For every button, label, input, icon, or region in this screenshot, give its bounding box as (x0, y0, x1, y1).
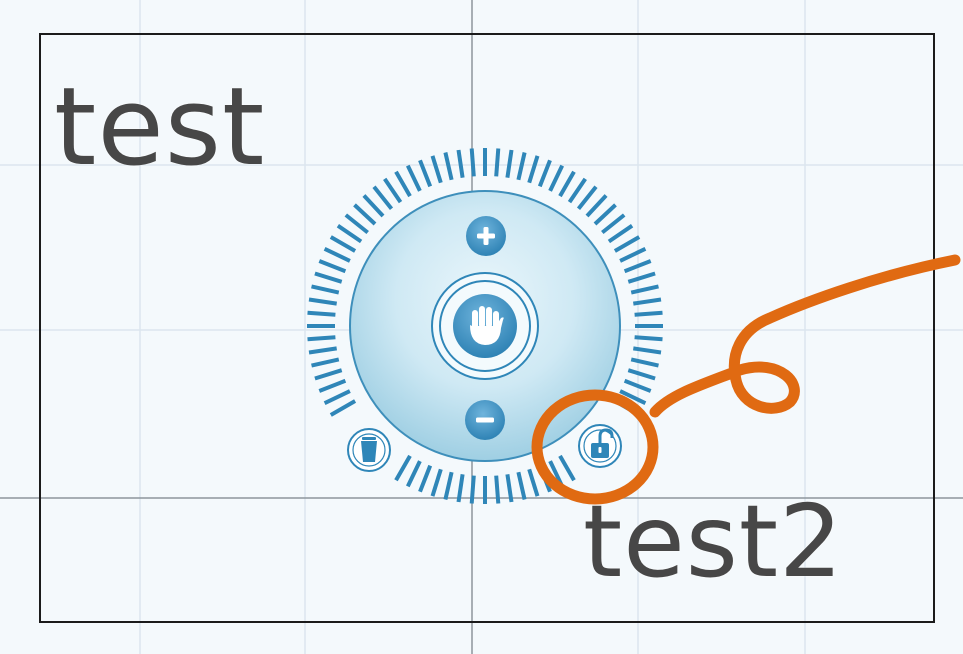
dial-tick (634, 335, 663, 342)
dial-tick (307, 310, 336, 317)
canvas-text-test[interactable]: test (54, 74, 265, 182)
pan-button[interactable] (431, 272, 539, 380)
dial-tick (469, 148, 476, 177)
lock-button[interactable] (578, 424, 622, 468)
canvas-text-test2[interactable]: test2 (583, 492, 844, 592)
dial-tick (307, 335, 336, 342)
canvas-viewport[interactable]: test test2 (0, 0, 963, 654)
dial-tick (494, 475, 501, 504)
dial-tick (469, 475, 476, 504)
dial-tick (634, 310, 663, 317)
zoom-out-button[interactable] (465, 400, 505, 440)
dial-tick (494, 148, 501, 177)
delete-button[interactable] (347, 428, 391, 472)
zoom-in-button[interactable] (466, 216, 506, 256)
